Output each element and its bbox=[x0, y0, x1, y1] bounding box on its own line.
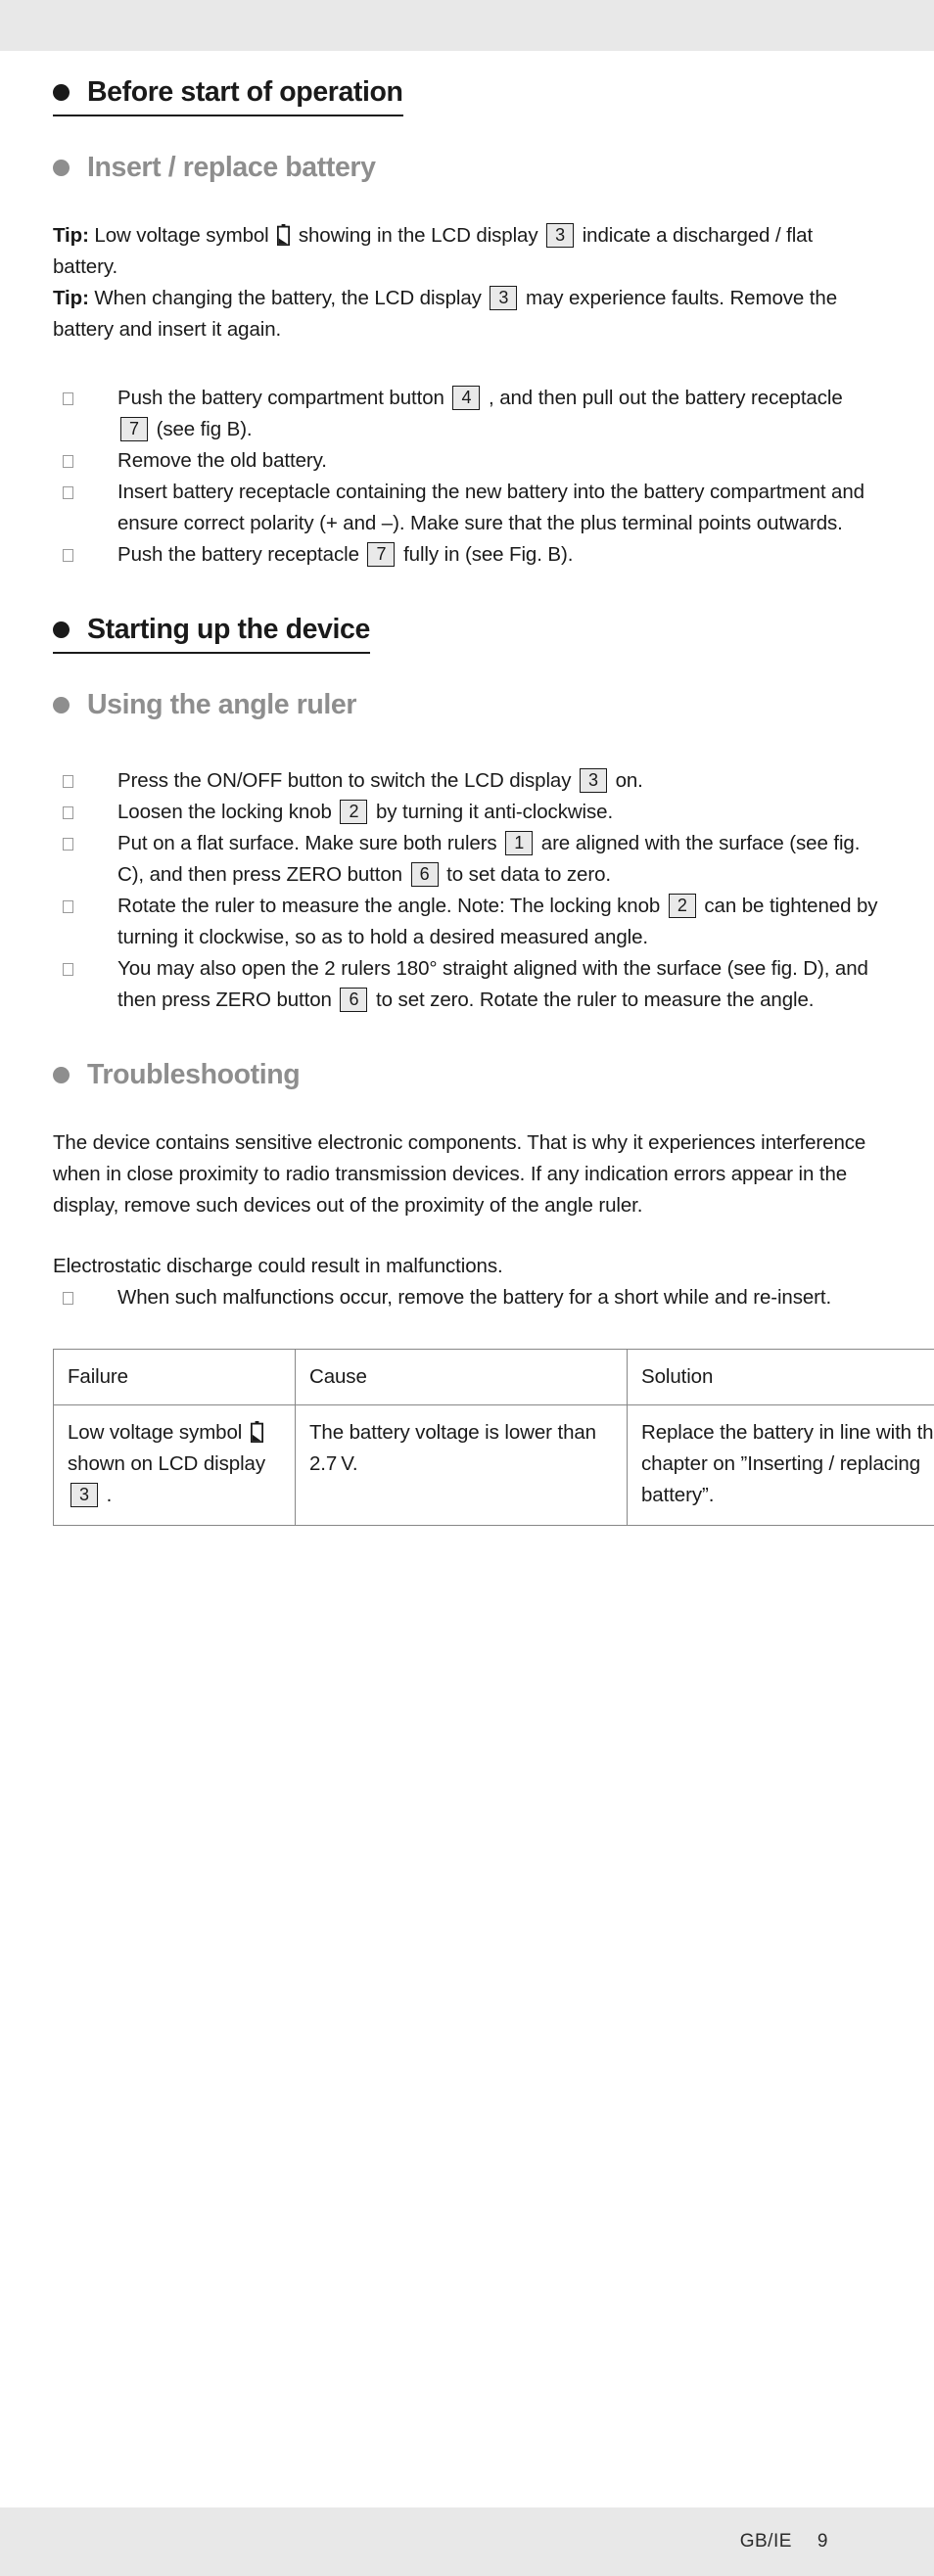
heading-text: Starting up the device bbox=[87, 613, 370, 645]
document-page: Before start of operation Insert / repla… bbox=[0, 0, 934, 2576]
step-text: by turning it anti-clockwise. bbox=[370, 800, 614, 823]
low-battery-icon bbox=[277, 223, 291, 246]
step-text: Push the battery compartment button bbox=[117, 386, 450, 409]
troubleshooting-steps-list: When such malfunctions occur, remove the… bbox=[53, 1282, 881, 1313]
step-text: on. bbox=[609, 768, 643, 792]
ref-chip-7: 7 bbox=[367, 541, 396, 567]
ref-chip-2: 2 bbox=[340, 799, 368, 824]
step-text: Press the ON/OFF button to switch the LC… bbox=[117, 768, 577, 792]
footer-page-number: 9 bbox=[817, 2531, 828, 2552]
table-cell-cause: The battery voltage is lower than 2.7 V. bbox=[295, 1403, 628, 1526]
heading-bullet-icon bbox=[53, 84, 70, 102]
step-text: to set data to zero. bbox=[441, 862, 611, 886]
step-text: Low voltage symbol bbox=[68, 1420, 248, 1444]
list-item: When such malfunctions occur, remove the… bbox=[53, 1282, 881, 1313]
heading-bullet-icon bbox=[53, 1067, 70, 1084]
ref-chip-6: 6 bbox=[410, 861, 439, 887]
ref-chip-3: 3 bbox=[70, 1482, 98, 1507]
step-text: Push the battery receptacle bbox=[117, 542, 365, 566]
list-item: Insert battery receptacle containing the… bbox=[53, 477, 881, 539]
square-bullet-icon bbox=[63, 774, 73, 788]
list-item: Push the battery compartment button 4 , … bbox=[53, 383, 881, 445]
step-text: Remove the old battery. bbox=[117, 448, 327, 472]
step-text: fully in (see Fig. B). bbox=[397, 542, 574, 566]
heading-text: Before start of operation bbox=[87, 76, 403, 108]
subheading-bullet-icon bbox=[53, 160, 70, 177]
table-header-cause: Cause bbox=[295, 1348, 628, 1405]
tip-label-2: Tip: bbox=[53, 286, 89, 309]
list-item: Press the ON/OFF button to switch the LC… bbox=[53, 765, 881, 797]
troubleshooting-paragraph-2: Electrostatic discharge could result in … bbox=[53, 1254, 503, 1277]
battery-steps-list: Push the battery compartment button 4 , … bbox=[53, 383, 881, 571]
section-heading-before-start: Before start of operation bbox=[53, 76, 881, 116]
step-text: , and then pull out the battery receptac… bbox=[483, 386, 843, 409]
troubleshooting-table-body: Failure Cause Solution Low voltage symbo… bbox=[53, 1348, 934, 1526]
tip-low-voltage-paragraph: Tip: Low voltage symbol showing in the L… bbox=[53, 220, 881, 283]
heading-text: Troubleshooting bbox=[87, 1058, 301, 1090]
step-text: Loosen the locking knob bbox=[117, 800, 338, 823]
section-heading-troubleshooting: Troubleshooting bbox=[53, 1058, 881, 1090]
low-battery-icon bbox=[250, 1420, 263, 1443]
tip-changing-battery-paragraph: Tip: When changing the battery, the LCD … bbox=[53, 283, 881, 345]
list-item: Push the battery receptacle 7 fully in (… bbox=[53, 539, 881, 571]
subsection-heading-insert-replace-battery: Insert / replace battery bbox=[53, 151, 881, 183]
step-text: shown on LCD display bbox=[68, 1451, 265, 1475]
step-text: When such malfunctions occur, remove the… bbox=[117, 1285, 832, 1309]
square-bullet-icon bbox=[63, 805, 73, 819]
ref-chip-4: 4 bbox=[452, 385, 481, 410]
step-text: Insert battery receptacle containing the… bbox=[117, 480, 864, 534]
table-header-failure: Failure bbox=[53, 1348, 296, 1405]
square-bullet-icon bbox=[63, 837, 73, 851]
ref-chip-3: 3 bbox=[546, 222, 575, 248]
page-content: Before start of operation Insert / repla… bbox=[53, 51, 934, 1526]
list-item: Put on a flat surface. Make sure both ru… bbox=[53, 828, 881, 891]
tip-text-after-symbol: showing in the LCD display bbox=[293, 223, 544, 247]
square-bullet-icon bbox=[63, 962, 73, 976]
square-bullet-icon bbox=[63, 391, 73, 405]
section-heading-starting-up: Starting up the device bbox=[53, 613, 881, 654]
heading-bullet-icon bbox=[53, 621, 70, 639]
square-bullet-icon bbox=[63, 485, 73, 499]
subheading-text: Insert / replace battery bbox=[87, 151, 376, 183]
step-text: (see fig B). bbox=[151, 417, 253, 440]
ref-chip-3: 3 bbox=[579, 767, 607, 793]
step-text: . bbox=[101, 1483, 113, 1506]
list-item: Rotate the ruler to measure the angle. N… bbox=[53, 891, 881, 953]
tip2-text-before-ref: When changing the battery, the LCD displ… bbox=[88, 286, 488, 309]
ref-chip-1: 1 bbox=[505, 830, 534, 855]
list-item: Loosen the locking knob 2 by turning it … bbox=[53, 797, 881, 828]
footer-locale: GB/IE bbox=[739, 2531, 792, 2552]
subheading-bullet-icon bbox=[53, 697, 70, 714]
table-cell-failure: Low voltage symbol shown on LCD display … bbox=[53, 1403, 296, 1526]
table-row: Low voltage symbol shown on LCD display … bbox=[53, 1403, 934, 1526]
page-top-band bbox=[0, 0, 934, 51]
subsection-heading-using-angle-ruler: Using the angle ruler bbox=[53, 688, 881, 720]
tip-text-before-symbol: Low voltage symbol bbox=[88, 223, 275, 247]
troubleshooting-paragraph-1: The device contains sensitive electronic… bbox=[53, 1130, 866, 1217]
table-cell-solution: Replace the battery in line with the cha… bbox=[627, 1403, 934, 1526]
square-bullet-icon bbox=[63, 454, 73, 468]
ref-chip-3: 3 bbox=[490, 285, 518, 310]
tip-label: Tip: bbox=[53, 223, 89, 247]
square-bullet-icon bbox=[63, 899, 73, 913]
square-bullet-icon bbox=[63, 1291, 73, 1305]
list-item: You may also open the 2 rulers 180° stra… bbox=[53, 953, 881, 1016]
troubleshooting-table: Failure Cause Solution Low voltage symbo… bbox=[53, 1348, 934, 1526]
step-text: Put on a flat surface. Make sure both ru… bbox=[117, 831, 503, 854]
ref-chip-7: 7 bbox=[120, 416, 148, 441]
list-item: Remove the old battery. bbox=[53, 445, 881, 477]
square-bullet-icon bbox=[63, 548, 73, 562]
table-header-solution: Solution bbox=[627, 1348, 934, 1405]
table-header-row: Failure Cause Solution bbox=[53, 1348, 934, 1405]
page-footer: GB/IE 9 bbox=[0, 2507, 934, 2576]
step-text: to set zero. Rotate the ruler to measure… bbox=[370, 988, 815, 1011]
subheading-text: Using the angle ruler bbox=[87, 688, 357, 720]
angle-ruler-steps-list: Press the ON/OFF button to switch the LC… bbox=[53, 765, 881, 1016]
step-text: Rotate the ruler to measure the angle. N… bbox=[117, 894, 666, 917]
ref-chip-6: 6 bbox=[340, 987, 368, 1012]
ref-chip-2: 2 bbox=[668, 893, 696, 918]
